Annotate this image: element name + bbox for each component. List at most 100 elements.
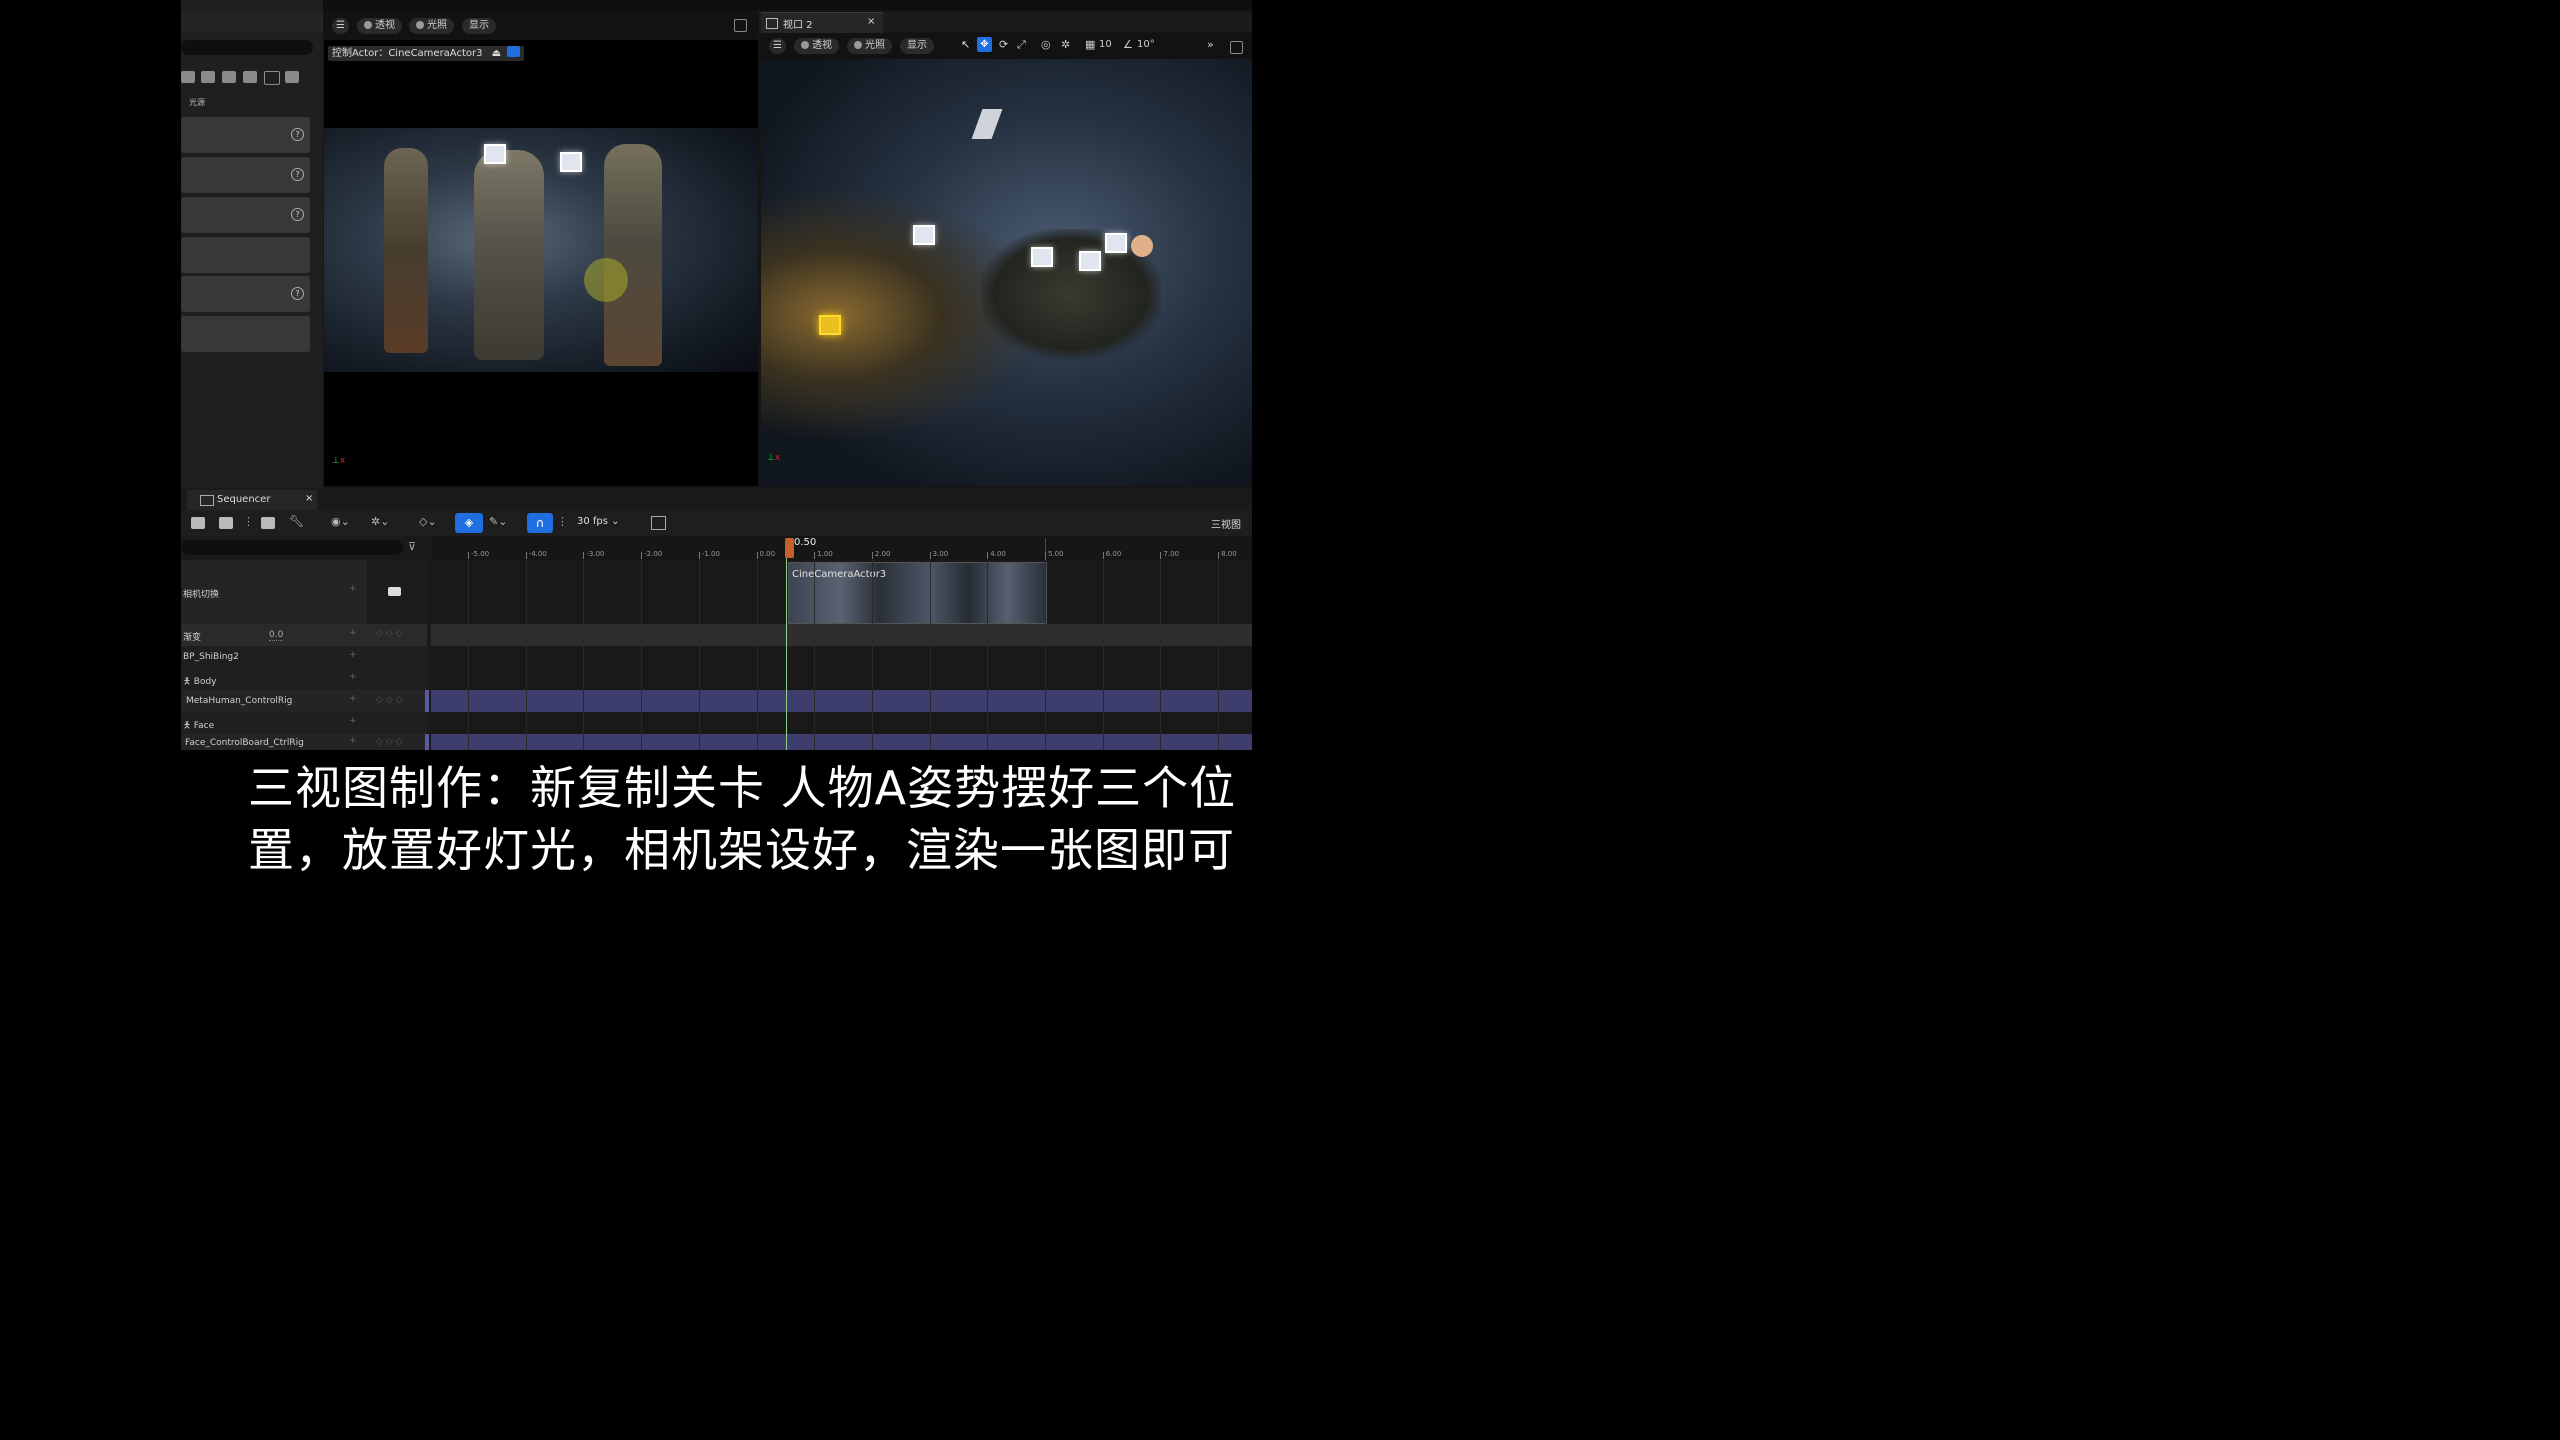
menu-button[interactable]: ☰ bbox=[332, 18, 349, 34]
fade-value-input[interactable]: 0.0 bbox=[269, 630, 284, 641]
help-icon[interactable]: ? bbox=[291, 168, 304, 181]
menu-button[interactable]: ☰ bbox=[769, 38, 786, 54]
light-icon[interactable] bbox=[1031, 247, 1053, 267]
light-icon[interactable] bbox=[819, 315, 841, 335]
grid-snap-icon[interactable]: ▦ bbox=[1085, 38, 1095, 51]
angle-snap-icon[interactable]: ∠ bbox=[1123, 38, 1133, 51]
track-fade[interactable]: 渐变 0.0 + ◇ ◇ ◇ bbox=[181, 624, 427, 646]
world-icon[interactable]: ◎ bbox=[1041, 38, 1051, 51]
actor-to-sequencer-icon[interactable] bbox=[261, 517, 275, 529]
track-control-rig[interactable]: MetaHuman_ControlRig + ◇ ◇ ◇ bbox=[181, 690, 429, 712]
camera-lock-icon[interactable] bbox=[507, 46, 521, 57]
mesh-icon[interactable] bbox=[201, 71, 215, 83]
tab-sequencer[interactable]: Sequencer × bbox=[187, 490, 317, 510]
time-ruler[interactable] bbox=[431, 536, 1252, 560]
track-search-input[interactable] bbox=[181, 540, 403, 555]
lane-actor[interactable] bbox=[431, 646, 1252, 690]
light-icon[interactable] bbox=[1079, 251, 1101, 271]
key-nav-icon[interactable]: ◇ ◇ ◇ bbox=[376, 737, 403, 747]
lighting-button[interactable]: 光照 bbox=[409, 18, 454, 34]
property-row[interactable] bbox=[181, 316, 310, 352]
panel-tab[interactable] bbox=[181, 12, 323, 32]
scale-icon[interactable]: ⤢ bbox=[1017, 38, 1026, 52]
maximize-icon[interactable] bbox=[734, 19, 747, 32]
key-icon[interactable]: ◇⌄ bbox=[419, 515, 437, 528]
box-icon[interactable] bbox=[264, 71, 280, 85]
particle-icon[interactable] bbox=[222, 71, 236, 83]
key-nav-icon[interactable]: ◇ ◇ ◇ bbox=[376, 695, 403, 705]
fps-select[interactable]: 30 fps ⌄ bbox=[577, 516, 620, 527]
settings-icon[interactable]: ✲⌄ bbox=[371, 515, 389, 528]
add-icon[interactable]: + bbox=[349, 650, 357, 660]
lane-fade[interactable] bbox=[431, 624, 1252, 646]
track-body[interactable]: 🯅 Body + bbox=[181, 668, 427, 690]
shape-icon[interactable] bbox=[285, 71, 299, 83]
track-camera-cut[interactable]: 相机切换 + bbox=[181, 560, 427, 624]
lane-face[interactable] bbox=[431, 712, 1252, 734]
light-sphere-icon[interactable] bbox=[1131, 235, 1153, 257]
maximize-icon[interactable] bbox=[1230, 41, 1243, 54]
add-icon[interactable]: + bbox=[349, 584, 357, 594]
add-icon[interactable]: + bbox=[349, 628, 357, 638]
lane-face-rig[interactable] bbox=[431, 734, 1252, 750]
camera-shot-clip[interactable]: CineCameraActor3 bbox=[788, 562, 1047, 624]
snap-magnet-icon[interactable]: ∩ bbox=[527, 513, 553, 533]
eject-icon[interactable]: ⏏ bbox=[492, 48, 501, 59]
more-icon[interactable]: ⋮ bbox=[557, 515, 568, 528]
more-icon[interactable]: ⋮ bbox=[243, 515, 254, 528]
track-face[interactable]: 🯅 Face + bbox=[181, 712, 427, 734]
perspective-button[interactable]: 透视 bbox=[794, 38, 839, 54]
playhead-handle[interactable] bbox=[785, 538, 794, 558]
property-row[interactable]: ? bbox=[181, 157, 310, 193]
wrench-icon[interactable]: 🔧︎ bbox=[289, 514, 304, 528]
help-icon[interactable]: ? bbox=[291, 128, 304, 141]
add-icon[interactable]: + bbox=[349, 716, 357, 726]
camera-icon[interactable] bbox=[191, 517, 205, 529]
show-button[interactable]: 显示 bbox=[462, 18, 496, 34]
lane-control-rig[interactable] bbox=[431, 690, 1252, 712]
pen-icon[interactable]: ✎⌄ bbox=[489, 515, 507, 528]
viewport-camera[interactable]: ☰ 透视 光照 显示 控制Actor：CineCameraActor3 ⏏ ⊥x bbox=[324, 10, 758, 486]
auto-key-icon[interactable]: ◈ bbox=[455, 513, 483, 533]
property-row[interactable]: ? bbox=[181, 117, 310, 153]
rotate-snap-value[interactable]: 10° bbox=[1137, 39, 1155, 50]
property-row[interactable]: ? bbox=[181, 197, 310, 233]
move-icon[interactable]: ✥ bbox=[977, 37, 992, 52]
light-icon[interactable] bbox=[913, 225, 935, 245]
camera-icon[interactable] bbox=[388, 587, 401, 596]
tab-viewport2[interactable]: 视口 2 × bbox=[761, 12, 883, 33]
show-button[interactable]: 显示 bbox=[900, 38, 934, 54]
rotate-icon[interactable]: ⟳ bbox=[999, 38, 1008, 51]
curve-editor-icon[interactable] bbox=[651, 516, 666, 530]
light-icon[interactable] bbox=[560, 152, 582, 172]
surface-snap-icon[interactable]: ✲ bbox=[1061, 38, 1070, 51]
light-icon[interactable] bbox=[1105, 233, 1127, 253]
search-input[interactable] bbox=[181, 40, 313, 55]
actor-icon[interactable] bbox=[243, 71, 257, 83]
light-icon[interactable] bbox=[484, 144, 506, 164]
lighting-button[interactable]: 光照 bbox=[847, 38, 892, 54]
perspective-button[interactable]: 透视 bbox=[357, 18, 402, 34]
property-row[interactable]: ? bbox=[181, 276, 310, 312]
render-icon[interactable] bbox=[219, 517, 233, 529]
help-icon[interactable]: ? bbox=[291, 208, 304, 221]
camera-actor-icon[interactable] bbox=[971, 109, 1003, 139]
track-actor[interactable]: BP_ShiBing2 + bbox=[181, 646, 427, 668]
close-icon[interactable]: × bbox=[867, 16, 875, 27]
property-row[interactable] bbox=[181, 237, 310, 273]
viewport-perspective[interactable]: ☰ 透视 光照 显示 ↖ ✥ ⟳ ⤢ ◎ ✲ ▦ 10 ∠ 10° » ⊥x bbox=[761, 33, 1252, 486]
select-icon[interactable]: ↖ bbox=[961, 38, 970, 51]
help-icon[interactable]: ? bbox=[291, 287, 304, 300]
expand-icon[interactable]: » bbox=[1207, 38, 1214, 51]
filter-icon[interactable] bbox=[181, 71, 195, 83]
focus-target-icon[interactable] bbox=[584, 258, 628, 302]
key-nav-icon[interactable]: ◇ ◇ ◇ bbox=[376, 629, 403, 639]
filter-icon[interactable]: ⊽ bbox=[408, 540, 416, 553]
track-face-rig[interactable]: Face_ControlBoard_CtrlRig + ◇ ◇ ◇ bbox=[181, 734, 429, 750]
grid-snap-value[interactable]: 10 bbox=[1099, 39, 1112, 50]
add-icon[interactable]: + bbox=[349, 672, 357, 682]
view-icon[interactable]: ◉⌄ bbox=[331, 515, 350, 528]
add-icon[interactable]: + bbox=[349, 694, 357, 704]
add-icon[interactable]: + bbox=[349, 736, 357, 746]
close-icon[interactable]: × bbox=[305, 493, 313, 504]
